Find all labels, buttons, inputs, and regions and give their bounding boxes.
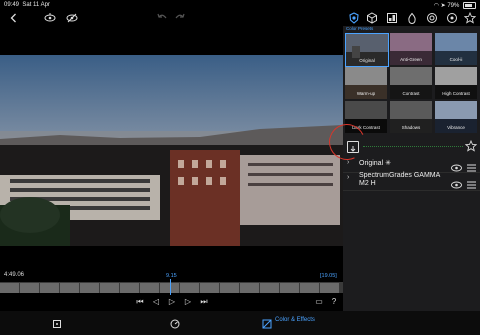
wifi-icon: ◠ [433, 3, 439, 10]
preset-cool-ii[interactable]: Cool-ii [435, 33, 477, 65]
layer-row[interactable]: › SpectrumGrades GAMMA M2 H [343, 172, 480, 191]
back-chevron-icon[interactable] [8, 12, 20, 24]
cube-icon[interactable] [366, 12, 378, 24]
undo-icon[interactable] [156, 12, 168, 24]
playhead-time: 9.15 [166, 273, 177, 279]
duration-time: [19.05] [320, 273, 337, 279]
preset-vibrance[interactable]: Vibrance [435, 101, 477, 133]
menu-icon[interactable] [467, 176, 476, 194]
playhead[interactable] [170, 279, 171, 295]
intensity-slider[interactable] [363, 146, 463, 148]
crop-icon[interactable] [52, 316, 62, 328]
status-time-date: 09:49 Sat 11 Apr [4, 2, 50, 8]
preset-original[interactable]: Original [345, 33, 389, 67]
favorite-star-icon[interactable] [464, 139, 478, 152]
video-preview[interactable] [0, 55, 343, 246]
layer-row[interactable]: › Original ✳ [343, 156, 480, 173]
top-toolbar [0, 10, 480, 26]
color-presets-title: Color Presets [346, 26, 374, 31]
step-back-icon[interactable]: ◁ [150, 297, 162, 306]
color-effects-label[interactable]: Color & Effects [275, 317, 315, 323]
location-icon: ➤ [440, 3, 446, 10]
eye-icon[interactable] [451, 176, 462, 194]
help-icon[interactable]: ? [328, 297, 340, 306]
grid-adjust-icon[interactable] [386, 12, 398, 24]
transport-controls: ⏮ ◁ ▷ ▷ ⏭ ▭ ? [0, 296, 343, 310]
preset-contrast[interactable]: Contrast [390, 67, 432, 99]
status-bar: 09:49 Sat 11 Apr ◠ ➤ 79% [0, 0, 480, 10]
expand-chevron-icon[interactable]: › [347, 159, 349, 166]
status-time: 09:49 [4, 2, 20, 8]
bottom-bar: Color & Effects [0, 311, 480, 335]
current-time: 4:49.06 [4, 272, 25, 278]
preset-anti-green[interactable]: Anti-Green [390, 33, 432, 65]
skip-end-icon[interactable]: ⏭ [198, 297, 210, 307]
sun-circle-icon[interactable] [446, 12, 458, 24]
play-icon[interactable]: ▷ [166, 297, 178, 306]
fullscreen-icon[interactable]: ▭ [313, 297, 325, 306]
color-shield-icon[interactable] [348, 12, 360, 24]
battery-icon [463, 2, 476, 9]
timeline-filmstrip[interactable] [0, 281, 343, 293]
step-forward-icon[interactable]: ▷ [182, 297, 194, 306]
target-icon[interactable] [426, 12, 438, 24]
star-icon[interactable] [463, 11, 477, 24]
battery-percent: 79% [447, 3, 460, 10]
audio-icon[interactable] [44, 12, 56, 24]
visibility-icon[interactable] [66, 12, 78, 24]
speed-dial-icon[interactable] [170, 316, 180, 329]
status-date: Sat 11 Apr [22, 2, 50, 8]
preset-high-contrast[interactable]: High Contrast [435, 67, 477, 99]
expand-chevron-icon[interactable]: › [347, 174, 349, 181]
skip-start-icon[interactable]: ⏮ [134, 297, 146, 307]
color-effects-icon[interactable] [262, 316, 272, 329]
drop-icon[interactable] [406, 12, 418, 24]
preset-shadows[interactable]: Shadows [390, 101, 432, 133]
preset-warm-up[interactable]: Warm-up [345, 67, 387, 99]
redo-icon[interactable] [174, 12, 186, 24]
status-right: ◠ ➤ 79% [434, 2, 476, 9]
